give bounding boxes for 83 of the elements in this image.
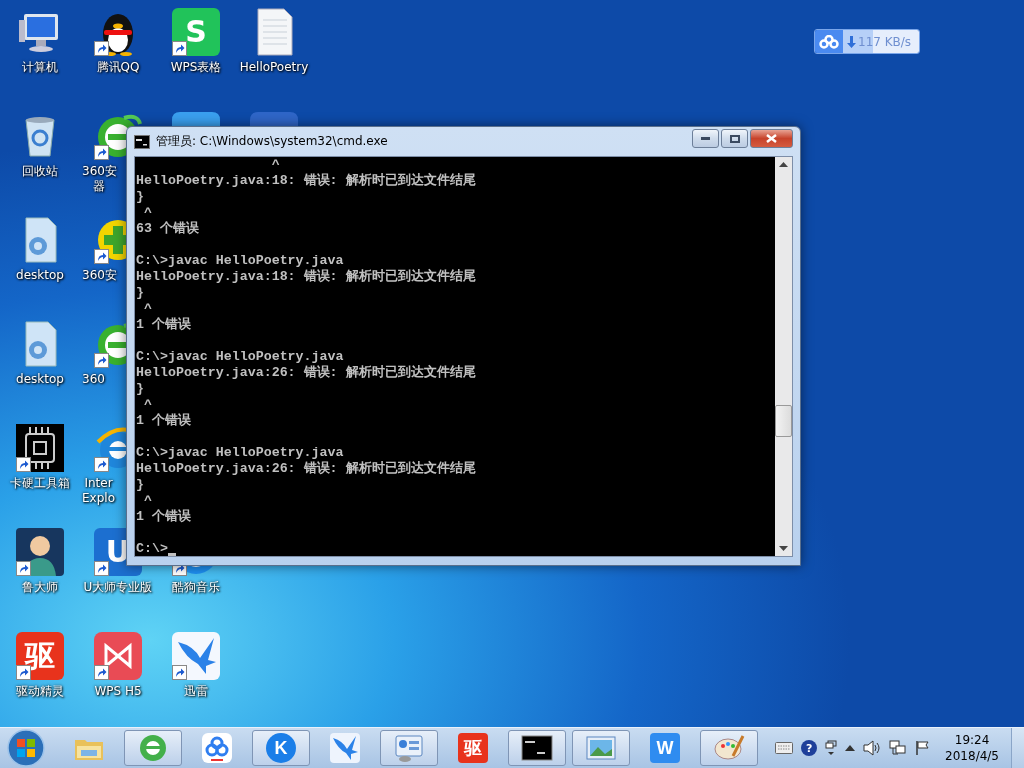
start-button[interactable] (6, 728, 46, 768)
scroll-thumb[interactable] (775, 405, 792, 437)
flag-icon[interactable] (915, 740, 932, 756)
globe-e-icon (137, 732, 169, 764)
app-icon[interactable] (172, 112, 220, 126)
app-logo: 驱 (458, 733, 488, 763)
app-logo: 驱 (16, 632, 64, 680)
scroll-down-icon[interactable] (779, 546, 788, 551)
app-logo: K (266, 733, 296, 763)
console-line: HelloPoetry.java:26: 错误: 解析时已到达文件结尾 (136, 461, 476, 477)
network-icon[interactable] (889, 740, 908, 756)
app-logo: S (172, 8, 220, 56)
desktop-icon-label[interactable]: desktop (16, 268, 64, 283)
bird-icon (329, 732, 361, 764)
keyboard-icon[interactable] (775, 742, 794, 754)
console-line: HelloPoetry.java:18: 错误: 解析时已到达文件结尾 (136, 269, 476, 285)
console-line: ^ (142, 301, 152, 317)
console-line: 1 个错误 (136, 317, 191, 333)
console-line: ^ (270, 157, 280, 173)
console-line: } (136, 381, 144, 397)
desktop-icon-label[interactable]: 卡硬工具箱 (10, 476, 70, 491)
cartoon-figure-icon (16, 528, 64, 576)
desktop-icon-label[interactable]: 回收站 (22, 164, 58, 179)
desktop-icon-label[interactable]: Inter (84, 476, 113, 491)
clock-date: 2018/4/5 (945, 748, 999, 764)
scroll-up-icon[interactable] (779, 162, 788, 167)
console-line: C:\>javac HelloPoetry.java (136, 349, 344, 365)
app-logo: W (650, 733, 680, 763)
maximize-icon (729, 134, 740, 143)
clock[interactable]: 19:24 2018/4/5 (945, 732, 999, 764)
taskbar-button[interactable] (508, 730, 566, 766)
desktop-icon-label[interactable]: 鲁大师 (22, 580, 58, 595)
cloud-icon (819, 34, 839, 49)
console-line: ^ (142, 493, 152, 509)
desktop-icon-label[interactable]: 计算机 (22, 60, 58, 75)
text-cursor (167, 553, 176, 556)
show-desktop-button[interactable] (1011, 728, 1024, 768)
terminal-icon (134, 134, 150, 149)
desktop-icon-label[interactable]: Explo (82, 491, 115, 506)
close-icon (766, 134, 777, 143)
control-panel-icon (393, 732, 425, 764)
terminal-icon (521, 732, 553, 764)
windows-switch-icon[interactable] (825, 740, 838, 756)
download-arrow-icon (847, 35, 856, 48)
console-line: 1 个错误 (136, 509, 191, 525)
chip-icon (16, 424, 64, 472)
console-line: ^ (142, 205, 152, 221)
help-icon[interactable]: ? (801, 740, 818, 756)
desktop-icon-label[interactable]: 器 (93, 179, 106, 194)
desktop-icon-label[interactable]: desktop (16, 372, 64, 387)
download-speed: 117 KB/s (858, 34, 912, 49)
desktop-icon-label[interactable]: 360安 (82, 164, 117, 179)
download-speed-widget[interactable]: 117 KB/s (814, 29, 921, 54)
console-line: ^ (142, 397, 152, 413)
console-line: 1 个错误 (136, 413, 191, 429)
console-line: C:\>javac HelloPoetry.java (136, 445, 344, 461)
console-line: 63 个错误 (136, 221, 199, 237)
minimize-button[interactable] (692, 129, 719, 148)
desktop-icon-label[interactable]: 驱动精灵 (16, 684, 64, 699)
console-line: } (136, 285, 144, 301)
maximize-button[interactable] (721, 129, 748, 148)
show-hidden-icons[interactable] (845, 745, 856, 751)
window-title: 管理员: C:\Windows\system32\cmd.exe (156, 133, 389, 150)
desktop-icon-label[interactable]: 360安 (82, 268, 117, 283)
desktop-icon-label[interactable]: HelloPoetry (239, 60, 309, 75)
console-line: HelloPoetry.java:26: 错误: 解析时已到达文件结尾 (136, 365, 476, 381)
taskbar-button[interactable]: 驱 (444, 730, 502, 766)
scrollbar[interactable] (775, 157, 792, 556)
clock-time: 19:24 (954, 732, 990, 748)
desktop-icon-label[interactable]: 360 (82, 372, 105, 387)
console-line: C:\>javac HelloPoetry.java (136, 253, 344, 269)
volume-icon[interactable] (863, 740, 882, 756)
desktop-icon-label[interactable]: 腾讯QQ (96, 60, 140, 75)
console-line: } (136, 189, 144, 205)
console-line: } (136, 477, 144, 493)
close-button[interactable] (750, 129, 793, 148)
console-line: HelloPoetry.java:18: 错误: 解析时已到达文件结尾 (136, 173, 476, 189)
bird-icon (172, 632, 220, 680)
desktop-icon-label[interactable]: WPS表格 (170, 60, 222, 75)
taskbar-button[interactable]: W (636, 730, 694, 766)
taskbar-button[interactable]: K (252, 730, 310, 766)
minimize-icon (701, 137, 710, 140)
cloud-icon (201, 732, 233, 764)
